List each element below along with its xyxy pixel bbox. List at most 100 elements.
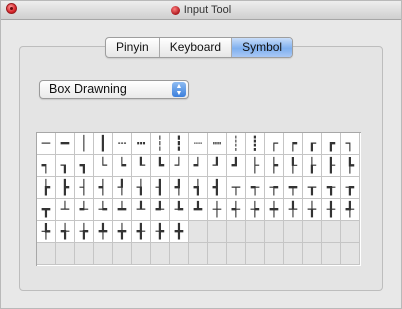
symbol-cell[interactable]: ┒ (56, 155, 75, 177)
symbol-cell[interactable]: ┠ (322, 155, 341, 177)
symbol-cell[interactable]: │ (75, 133, 94, 155)
empty-cell (75, 243, 94, 265)
symbol-cell[interactable]: ┱ (322, 177, 341, 199)
symbol-cell[interactable]: ┟ (303, 155, 322, 177)
symbol-cell[interactable]: ┞ (284, 155, 303, 177)
symbol-cell[interactable]: ┌ (265, 133, 284, 155)
symbol-cell[interactable]: ┃ (94, 133, 113, 155)
empty-cell (37, 243, 56, 265)
symbol-cell[interactable]: ┺ (170, 199, 189, 221)
symbol-cell[interactable]: ━ (56, 133, 75, 155)
symbol-cell[interactable]: ┆ (151, 133, 170, 155)
symbol-cell[interactable]: ┾ (246, 199, 265, 221)
symbol-cell[interactable]: ┛ (227, 155, 246, 177)
symbol-cell[interactable]: ┙ (189, 155, 208, 177)
symbol-cell[interactable]: ┗ (151, 155, 170, 177)
symbol-cell[interactable]: └ (94, 155, 113, 177)
symbol-cell[interactable]: ┈ (189, 133, 208, 155)
symbol-cell[interactable]: ┧ (132, 177, 151, 199)
symbol-cell[interactable]: ┕ (113, 155, 132, 177)
symbol-cell[interactable]: ┚ (208, 155, 227, 177)
symbol-cell[interactable]: ╈ (113, 221, 132, 243)
empty-cell (113, 243, 132, 265)
symbol-cell[interactable]: ┳ (37, 199, 56, 221)
empty-cell (246, 221, 265, 243)
symbol-cell[interactable]: ┪ (189, 177, 208, 199)
empty-cell (94, 243, 113, 265)
symbol-cell[interactable]: ┹ (151, 199, 170, 221)
empty-cell (246, 243, 265, 265)
empty-cell (189, 221, 208, 243)
empty-cell (208, 221, 227, 243)
symbol-cell[interactable]: ┅ (132, 133, 151, 155)
symbol-cell[interactable]: ┣ (56, 177, 75, 199)
symbol-cell[interactable]: ┬ (227, 177, 246, 199)
empty-cell (132, 243, 151, 265)
symbol-cell[interactable]: ┇ (170, 133, 189, 155)
app-icon (170, 5, 180, 15)
symbol-cell[interactable]: ┢ (37, 177, 56, 199)
symbol-cell[interactable]: ┼ (208, 199, 227, 221)
symbol-cell[interactable]: ╃ (341, 199, 360, 221)
symbol-cell[interactable]: ┻ (189, 199, 208, 221)
window-title-group: Input Tool (1, 1, 401, 19)
category-popup-label: Box Drawning (49, 82, 127, 96)
symbol-cell[interactable]: ╇ (94, 221, 113, 243)
symbol-cell[interactable]: ┯ (284, 177, 303, 199)
symbol-cell[interactable]: ╀ (284, 199, 303, 221)
symbol-cell[interactable]: ╁ (303, 199, 322, 221)
symbol-cell[interactable]: ┉ (208, 133, 227, 155)
empty-cell (303, 243, 322, 265)
symbol-cell[interactable]: ┿ (265, 199, 284, 221)
symbol-cell[interactable]: ┑ (37, 155, 56, 177)
category-popup[interactable]: Box Drawning ▲ ▼ (39, 80, 189, 99)
symbol-cell[interactable]: ┶ (94, 199, 113, 221)
symbol-cell[interactable]: ┦ (113, 177, 132, 199)
symbol-cell[interactable]: ┲ (341, 177, 360, 199)
symbol-cell[interactable]: ─ (37, 133, 56, 155)
empty-cell (322, 243, 341, 265)
symbol-cell[interactable]: ┥ (94, 177, 113, 199)
empty-cell (189, 243, 208, 265)
symbol-cell[interactable]: ┖ (132, 155, 151, 177)
empty-cell (284, 243, 303, 265)
symbol-cell[interactable]: ╉ (132, 221, 151, 243)
empty-cell (341, 221, 360, 243)
symbol-cell[interactable]: ┘ (170, 155, 189, 177)
tab-symbol[interactable]: Symbol (232, 38, 293, 57)
symbol-cell[interactable]: ┰ (303, 177, 322, 199)
symbol-cell[interactable]: ╊ (151, 221, 170, 243)
symbol-cell[interactable]: ┴ (56, 199, 75, 221)
symbol-cell[interactable]: ┄ (113, 133, 132, 155)
tab-pinyin[interactable]: Pinyin (106, 38, 160, 57)
symbol-cell[interactable]: ┋ (246, 133, 265, 155)
symbol-cell[interactable]: ┏ (322, 133, 341, 155)
symbol-cell[interactable]: ╂ (322, 199, 341, 221)
symbol-cell[interactable]: ┝ (265, 155, 284, 177)
symbol-cell[interactable]: ┩ (170, 177, 189, 199)
symbol-cell[interactable]: ╋ (170, 221, 189, 243)
symbol-cell[interactable]: ┽ (227, 199, 246, 221)
title-bar[interactable]: Input Tool (1, 1, 401, 20)
symbol-cell[interactable]: ┓ (75, 155, 94, 177)
empty-cell (265, 221, 284, 243)
tab-keyboard[interactable]: Keyboard (160, 38, 233, 57)
symbol-cell[interactable]: ┊ (227, 133, 246, 155)
symbol-cell[interactable]: ┸ (132, 199, 151, 221)
symbol-cell[interactable]: ┡ (341, 155, 360, 177)
symbol-cell[interactable]: ┎ (303, 133, 322, 155)
symbol-cell[interactable]: ╄ (37, 221, 56, 243)
symbol-cell[interactable]: ┤ (75, 177, 94, 199)
symbol-cell[interactable]: ├ (246, 155, 265, 177)
symbol-cell[interactable]: ┵ (75, 199, 94, 221)
symbol-cell[interactable]: ┷ (113, 199, 132, 221)
symbol-cell[interactable]: ╅ (56, 221, 75, 243)
symbol-cell[interactable]: ┫ (208, 177, 227, 199)
empty-cell (170, 243, 189, 265)
symbol-cell[interactable]: ┐ (341, 133, 360, 155)
symbol-cell[interactable]: ╆ (75, 221, 94, 243)
symbol-cell[interactable]: ┍ (284, 133, 303, 155)
symbol-cell[interactable]: ┭ (246, 177, 265, 199)
symbol-cell[interactable]: ┨ (151, 177, 170, 199)
symbol-cell[interactable]: ┮ (265, 177, 284, 199)
